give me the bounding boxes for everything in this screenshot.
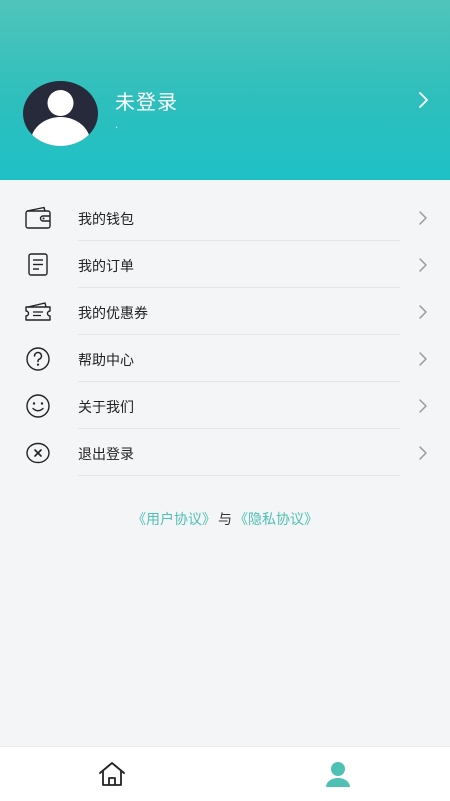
bottom-tab-bar: [0, 746, 450, 801]
menu-item-orders[interactable]: 我的订单: [0, 241, 450, 288]
divider: [78, 475, 400, 476]
menu-item-about[interactable]: 关于我们: [0, 382, 450, 429]
chevron-right-icon: [419, 446, 427, 460]
menu-label-logout: 退出登录: [78, 447, 134, 463]
agreement-links: 《用户协议》与《隐私协议》: [0, 509, 450, 529]
privacy-policy-link[interactable]: 《隐私协议》: [234, 512, 318, 528]
logout-x-icon: [26, 442, 50, 464]
chevron-right-icon: [419, 399, 427, 413]
avatar[interactable]: [23, 81, 98, 146]
chevron-right-icon: [419, 211, 427, 225]
help-question-icon: [26, 347, 50, 371]
menu-item-coupons[interactable]: 我的优惠券: [0, 288, 450, 335]
chevron-right-icon: [419, 305, 427, 319]
user-subtitle: .: [115, 120, 119, 131]
user-profile-icon: [326, 762, 350, 787]
default-avatar-icon: [30, 90, 91, 146]
menu-item-logout[interactable]: 退出登录: [0, 429, 450, 476]
menu-list: 我的钱包 我的订单 我的优惠券 帮助中心 关于我们 退出登录: [0, 194, 450, 476]
coupon-icon: [25, 302, 51, 321]
menu-label-help: 帮助中心: [78, 353, 134, 369]
tab-home[interactable]: [0, 747, 225, 801]
user-agreement-link[interactable]: 《用户协议》: [132, 512, 216, 528]
user-name: 未登录: [115, 90, 178, 114]
agreement-separator: 与: [218, 512, 232, 528]
home-icon: [99, 762, 125, 786]
wallet-icon: [25, 206, 51, 229]
chevron-right-icon: [419, 352, 427, 366]
menu-label-wallet: 我的钱包: [78, 212, 134, 228]
menu-label-coupons: 我的优惠券: [78, 306, 148, 322]
smile-icon: [26, 394, 50, 418]
menu-label-about: 关于我们: [78, 400, 134, 416]
chevron-right-icon[interactable]: [414, 88, 434, 112]
order-list-icon: [28, 253, 48, 276]
tab-profile[interactable]: [225, 747, 450, 801]
profile-header[interactable]: 未登录 .: [0, 0, 450, 180]
menu-label-orders: 我的订单: [78, 259, 134, 275]
menu-item-help[interactable]: 帮助中心: [0, 335, 450, 382]
menu-item-wallet[interactable]: 我的钱包: [0, 194, 450, 241]
chevron-right-icon: [419, 258, 427, 272]
